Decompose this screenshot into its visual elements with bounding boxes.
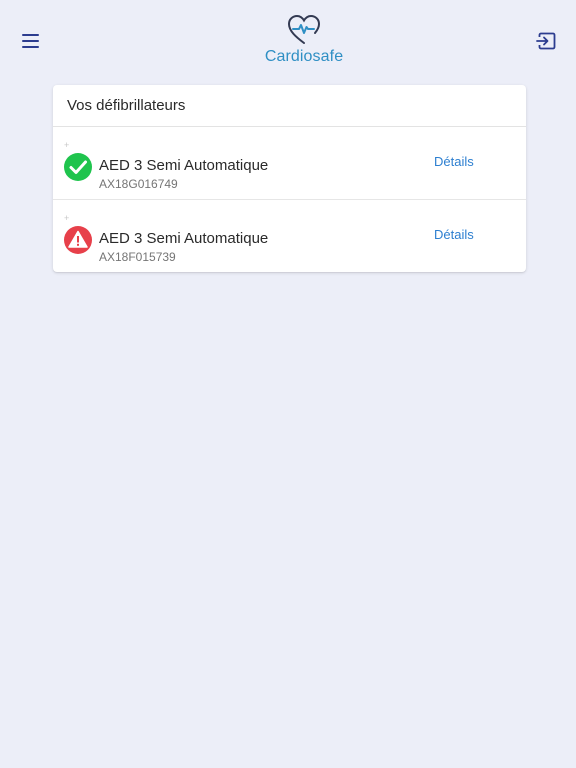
- device-serial: AX18F015739: [99, 250, 176, 264]
- device-list-item[interactable]: + AED 3 Semi Automatique AX18F015739 Dét…: [53, 200, 526, 272]
- defibrillators-card: Vos défibrillateurs + AED 3 Semi Automat…: [53, 85, 526, 272]
- app-header: Cardiosafe: [0, 0, 576, 80]
- details-link[interactable]: Détails: [434, 227, 474, 242]
- details-link[interactable]: Détails: [434, 154, 474, 169]
- row-marker: +: [64, 140, 70, 150]
- warning-circle-icon: [64, 226, 92, 254]
- check-circle-icon: [64, 153, 92, 181]
- menu-bar: [22, 34, 39, 36]
- logo-text: Cardiosafe: [264, 48, 344, 65]
- menu-bar: [22, 40, 39, 42]
- device-list-item[interactable]: + AED 3 Semi Automatique AX18G016749 Dét…: [53, 127, 526, 200]
- heart-pulse-icon: [287, 14, 321, 44]
- device-name: AED 3 Semi Automatique: [99, 157, 269, 174]
- row-marker: +: [64, 213, 70, 223]
- device-serial: AX18G016749: [99, 177, 178, 191]
- device-name: AED 3 Semi Automatique: [99, 230, 269, 247]
- logout-icon[interactable]: [535, 29, 559, 53]
- app-logo: Cardiosafe: [258, 14, 350, 70]
- hamburger-menu-icon[interactable]: [18, 29, 44, 53]
- card-title: Vos défibrillateurs: [53, 85, 526, 127]
- menu-bar: [22, 46, 39, 48]
